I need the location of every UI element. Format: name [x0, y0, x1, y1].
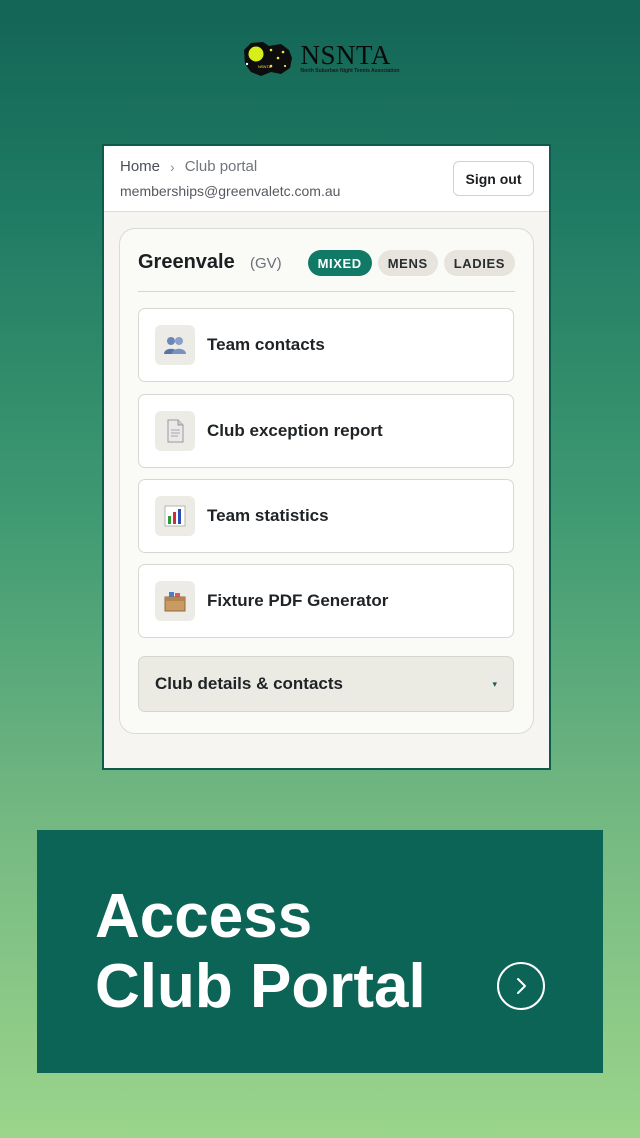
team-contacts-label: Team contacts: [207, 335, 325, 354]
breadcrumb-home-link[interactable]: Home: [120, 158, 160, 175]
caret-down-icon: ▾: [492, 678, 497, 689]
sign-out-button[interactable]: Sign out: [453, 161, 534, 196]
club-exception-report-label: Club exception report: [207, 421, 383, 440]
club-exception-report-item[interactable]: Club exception report: [138, 394, 514, 468]
filter-ladies-tab[interactable]: LADIES: [443, 250, 515, 276]
logo-name: NSNTA: [300, 40, 391, 70]
cta-heading-line2: Club Portal: [95, 952, 426, 1021]
team-statistics-label: Team statistics: [207, 506, 329, 525]
nsnta-logo: NSNTA NSNTA North Suburban Night Tennis …: [0, 38, 640, 78]
svg-text:NSNTA: NSNTA: [258, 64, 272, 69]
breadcrumb: Home › Club portal: [120, 158, 257, 175]
team-statistics-item[interactable]: Team statistics: [138, 479, 514, 553]
club-card: Greenvale (GV) MIXED MENS LADIES Team co…: [119, 228, 534, 734]
club-code: (GV): [250, 255, 282, 272]
bar-chart-icon: [155, 496, 195, 536]
club-name: Greenvale: [138, 251, 235, 273]
club-details-label: Club details & contacts: [155, 674, 343, 693]
team-contacts-item[interactable]: Team contacts: [138, 308, 514, 382]
fixture-pdf-generator-label: Fixture PDF Generator: [207, 591, 389, 610]
club-details-toggle[interactable]: Club details & contacts ▾: [138, 656, 514, 712]
account-email: memberships@greenvaletc.com.au: [120, 183, 341, 199]
portal-header: Home › Club portal memberships@greenvale…: [104, 146, 549, 212]
logo-tagline: North Suburban Night Tennis Association: [300, 68, 400, 74]
club-card-header: Greenvale (GV) MIXED MENS LADIES: [138, 247, 515, 292]
access-club-portal-banner[interactable]: Access Club Portal: [37, 830, 603, 1073]
chevron-right-icon[interactable]: [497, 962, 545, 1010]
document-icon: [155, 411, 195, 451]
competition-filter: MIXED MENS LADIES: [307, 250, 515, 276]
filter-mixed-tab[interactable]: MIXED: [307, 250, 372, 276]
filter-mens-tab[interactable]: MENS: [377, 250, 438, 276]
club-portal-window: Home › Club portal memberships@greenvale…: [102, 144, 551, 770]
cta-heading-line1: Access: [95, 882, 313, 951]
fixture-pdf-generator-item[interactable]: Fixture PDF Generator: [138, 564, 514, 638]
map-logo-icon: NSNTA: [243, 42, 292, 76]
breadcrumb-current: Club portal: [184, 158, 258, 175]
breadcrumb-separator: ›: [170, 158, 175, 175]
team-contacts-icon: [155, 325, 195, 365]
box-icon: [155, 581, 195, 621]
